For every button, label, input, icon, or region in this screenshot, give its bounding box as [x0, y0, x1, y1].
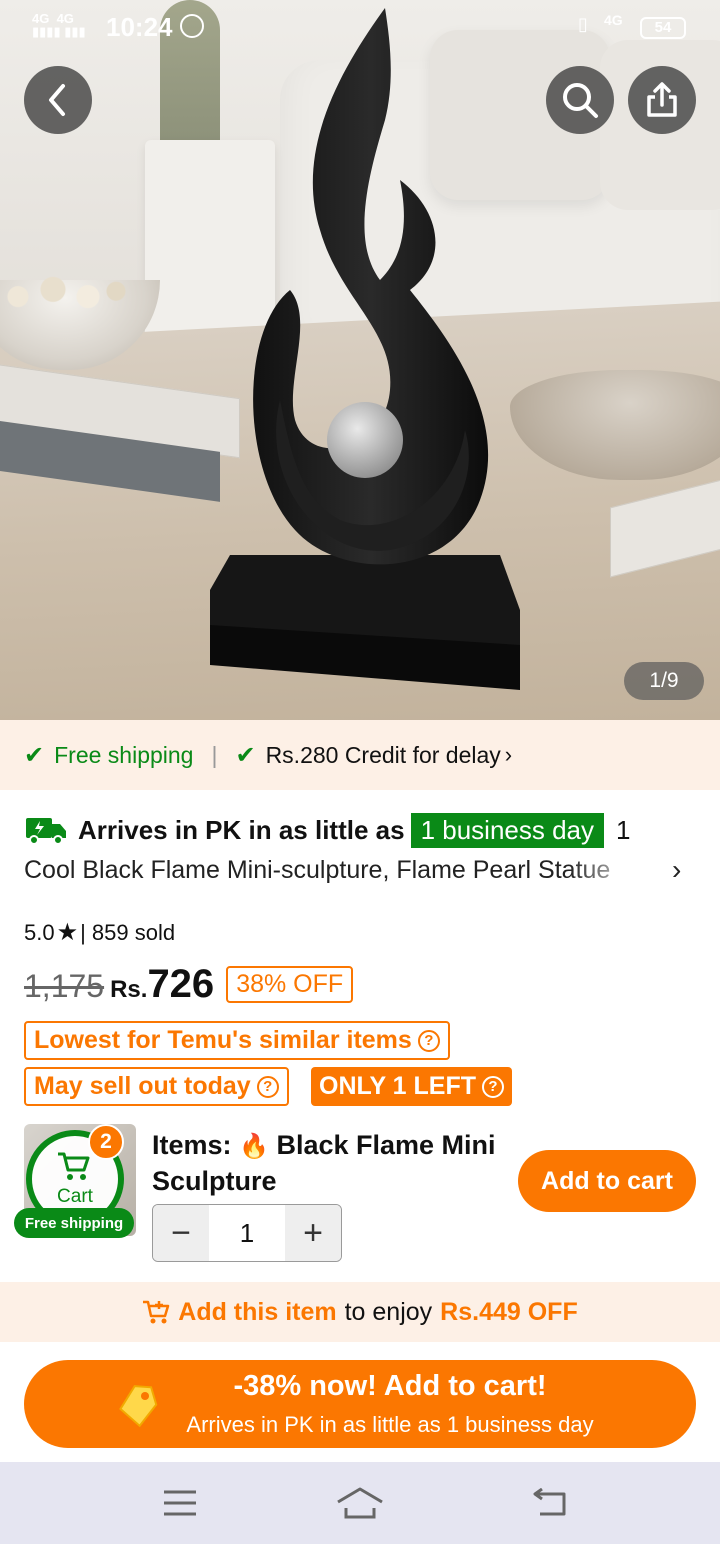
star-icon: ★ — [56, 919, 79, 946]
product-page: 1/9 4G 4G ▮▮▮▮ ▮▮▮ 10:24 ▯ 4G 54 ✔ Free s… — [0, 0, 720, 1544]
back-icon — [49, 84, 65, 116]
clock: 10:24 — [106, 12, 173, 42]
discount-badge: 38% OFF — [226, 966, 354, 1003]
add-to-cart-button[interactable]: Add to cart — [518, 1150, 696, 1212]
menu-icon[interactable] — [162, 1488, 198, 1518]
question-icon: ? — [481, 1075, 504, 1098]
sold-count: | 859 sold — [80, 919, 176, 945]
share-button[interactable] — [628, 66, 696, 134]
network-label: 4G — [32, 11, 50, 26]
plus-button[interactable]: + — [285, 1205, 341, 1261]
flame-sculpture-image — [210, 8, 520, 690]
cart-add-icon — [143, 1300, 170, 1324]
signal-indicator: 4G 4G ▮▮▮▮ ▮▮▮ — [32, 11, 86, 39]
promo-amount: Rs.449 OFF — [440, 1297, 578, 1326]
home-icon[interactable] — [336, 1486, 384, 1520]
image-counter: 1/9 — [624, 662, 704, 700]
currency-label: Rs. — [110, 976, 148, 1003]
search-button[interactable] — [546, 66, 614, 134]
minus-button[interactable]: − — [153, 1205, 209, 1261]
cart-label: Cart — [57, 1186, 93, 1207]
back-nav-icon[interactable] — [530, 1488, 570, 1518]
rating-row[interactable]: 5.0 ★ | 859 sold — [24, 918, 175, 947]
product-title[interactable]: Cool Black Flame Mini-sculpture, Flame P… — [24, 856, 644, 885]
credit-delay-benefit[interactable]: ✔ Rs.280 Credit for delay › — [235, 741, 512, 770]
original-price: 1,175 — [24, 968, 105, 1004]
discount-add-to-cart-button[interactable]: -38% now! Add to cart! Arrives in PK in … — [24, 1360, 696, 1448]
divider: | — [211, 741, 218, 768]
delivery-estimate: Arrives in PK in as little as 1 business… — [24, 806, 704, 854]
free-shipping-text: Free shipping — [54, 741, 194, 768]
cta-subtitle: Arrives in PK in as little as 1 business… — [186, 1412, 594, 1437]
cta-title: -38% now! Add to cart! — [233, 1370, 547, 1402]
delivery-prefix: Arrives in PK in as little as — [78, 814, 405, 845]
shipping-benefits-strip[interactable]: ✔ Free shipping | ✔ Rs.280 Credit for de… — [0, 720, 720, 790]
truck-icon — [26, 818, 66, 845]
check-icon: ✔ — [24, 741, 45, 769]
fire-icon: 🔥 — [239, 1133, 269, 1160]
minus-icon: − — [171, 1213, 191, 1252]
chevron-right-icon[interactable]: › — [672, 854, 681, 886]
current-price: 726 — [147, 962, 215, 1006]
quantity-stepper[interactable]: − 1 + — [152, 1204, 342, 1262]
items-label: Items: — [152, 1130, 232, 1160]
promo-strip[interactable]: Add this item to enjoy Rs.449 OFF — [0, 1282, 720, 1342]
share-icon — [647, 82, 677, 117]
network-label: 4G — [604, 12, 623, 28]
promo-middle: to enjoy — [344, 1297, 433, 1326]
vibrate-icon: ▯ — [578, 14, 588, 34]
stock-left-text: ONLY 1 LEFT — [319, 1072, 476, 1100]
background-pebbles — [0, 275, 130, 311]
free-shipping-pill: Free shipping — [14, 1208, 134, 1238]
free-shipping-benefit: ✔ Free shipping — [24, 741, 193, 770]
promo-link: Add this item — [178, 1297, 337, 1326]
stock-left-tag[interactable]: ONLY 1 LEFT ? — [311, 1067, 512, 1106]
question-icon: ? — [256, 1075, 279, 1098]
cart-icon — [58, 1152, 90, 1180]
quantity-value[interactable]: 1 — [209, 1205, 285, 1261]
delivery-suffix: 1 — [616, 814, 631, 845]
credit-delay-text: Rs.280 Credit for delay — [265, 741, 501, 768]
search-icon — [563, 83, 598, 118]
price-row: 1,175 Rs. 726 38% OFF — [24, 962, 354, 1007]
status-bar: 4G 4G ▮▮▮▮ ▮▮▮ 10:24 ▯ 4G 54 — [0, 0, 720, 56]
plus-icon: + — [303, 1213, 323, 1252]
delivery-badge: 1 business day — [410, 812, 605, 848]
lowest-price-text: Lowest for Temu's similar items — [34, 1026, 412, 1054]
battery-indicator: 54 — [640, 17, 686, 39]
question-icon: ? — [417, 1029, 440, 1052]
chevron-right-icon: › — [504, 742, 513, 767]
product-image-gallery[interactable]: 1/9 — [0, 0, 720, 720]
sell-out-text: May sell out today — [34, 1072, 251, 1100]
network-label: 4G — [56, 11, 74, 26]
rating-value: 5.0 — [24, 919, 55, 945]
lowest-price-tag[interactable]: Lowest for Temu's similar items ? — [24, 1021, 450, 1060]
whatsapp-icon — [180, 14, 204, 38]
cart-item-description: Items: 🔥 Black Flame Mini Sculpture — [152, 1128, 502, 1198]
back-button[interactable] — [24, 66, 92, 134]
cart-count-badge: 2 — [88, 1124, 124, 1160]
sell-out-tag[interactable]: May sell out today ? — [24, 1067, 289, 1106]
system-navigation-bar — [0, 1462, 720, 1544]
check-icon: ✔ — [235, 741, 256, 769]
